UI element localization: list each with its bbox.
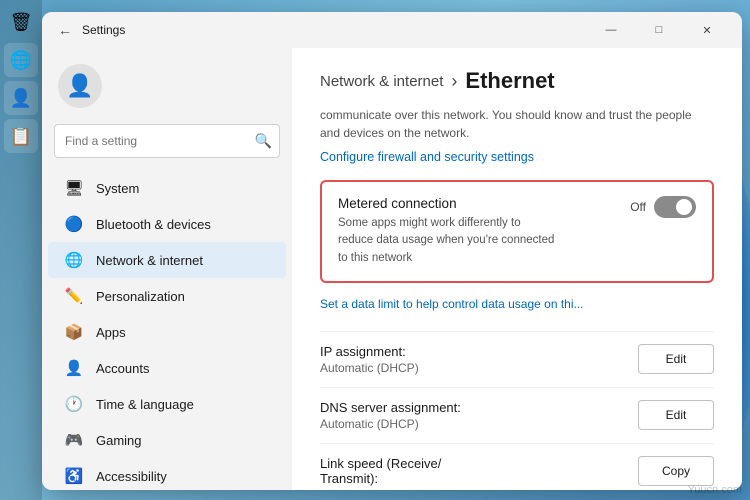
sidebar: 👤 🔍 🖥 System 🔵 Bluetooth & devices [42, 48, 292, 490]
dns-label-group: DNS server assignment: Automatic (DHCP) [320, 400, 638, 431]
taskbar: 🗑 🌐 👤 📋 [0, 0, 42, 500]
metered-title: Metered connection [338, 196, 630, 211]
taskbar-edge-icon[interactable]: 🌐 [4, 43, 38, 77]
taskbar-user-icon[interactable]: 👤 [4, 81, 38, 115]
sidebar-label-gaming: Gaming [96, 433, 142, 448]
search-icon: 🔍 [255, 133, 272, 150]
link-speed-copy-button[interactable]: Copy [638, 456, 714, 486]
watermark: Yuucn.com [688, 484, 742, 496]
breadcrumb-separator: › [451, 71, 457, 92]
dns-assignment-row: DNS server assignment: Automatic (DHCP) … [320, 387, 714, 443]
sidebar-item-bluetooth[interactable]: 🔵 Bluetooth & devices [48, 206, 286, 242]
minimize-button[interactable]: — [588, 14, 634, 46]
back-arrow-icon[interactable]: ← [58, 22, 72, 38]
settings-body: 👤 🔍 🖥 System 🔵 Bluetooth & devices [42, 48, 742, 490]
sidebar-label-time: Time & language [96, 397, 194, 412]
sidebar-item-gaming[interactable]: 🎮 Gaming [48, 422, 286, 458]
avatar[interactable]: 👤 [58, 64, 102, 108]
sidebar-label-system: System [96, 181, 139, 196]
link-speed-label-group: Link speed (Receive/Transmit): 1000/1000… [320, 456, 638, 490]
sidebar-label-accessibility: Accessibility [96, 469, 167, 484]
sidebar-item-network[interactable]: 🌐 Network & internet [48, 242, 286, 278]
breadcrumb-current: Ethernet [465, 68, 554, 94]
sidebar-label-accounts: Accounts [96, 361, 149, 376]
search-input[interactable] [54, 124, 280, 158]
maximize-button[interactable]: □ [636, 14, 682, 46]
sidebar-item-personalization[interactable]: ✏️ Personalization [48, 278, 286, 314]
taskbar-task-icon[interactable]: 📋 [4, 119, 38, 153]
metered-info: Metered connection Some apps might work … [338, 196, 630, 267]
link-speed-value: 1000/1000 (Mbps) [320, 488, 638, 490]
ip-edit-button[interactable]: Edit [638, 344, 714, 374]
metered-card: Metered connection Some apps might work … [320, 180, 714, 283]
dns-assignment-label: DNS server assignment: [320, 400, 638, 415]
breadcrumb-parent[interactable]: Network & internet [320, 73, 443, 90]
sidebar-label-personalization: Personalization [96, 289, 185, 304]
toggle-label: Off [630, 200, 646, 214]
main-content: Network & internet › Ethernet communicat… [292, 48, 742, 490]
window-title: Settings [82, 23, 125, 37]
time-icon: 🕐 [64, 394, 84, 414]
metered-description: Some apps might work differently to redu… [338, 215, 558, 267]
data-limit-link[interactable]: Set a data limit to help control data us… [320, 297, 714, 311]
toggle-area: Off [630, 196, 696, 218]
system-icon: 🖥 [64, 178, 84, 198]
network-icon: 🌐 [64, 250, 84, 270]
ip-assignment-row: IP assignment: Automatic (DHCP) Edit [320, 331, 714, 387]
gaming-icon: 🎮 [64, 430, 84, 450]
desktop: 🗑 🌐 👤 📋 ← Settings — □ ✕ [0, 0, 750, 500]
sidebar-label-network: Network & internet [96, 253, 203, 268]
search-box: 🔍 [54, 124, 280, 158]
sidebar-item-accessibility[interactable]: ♿ Accessibility [48, 458, 286, 490]
firewall-link[interactable]: Configure firewall and security settings [320, 150, 714, 164]
sidebar-label-apps: Apps [96, 325, 126, 340]
sidebar-item-system[interactable]: 🖥 System [48, 170, 286, 206]
dns-assignment-value: Automatic (DHCP) [320, 417, 638, 431]
avatar-icon: 👤 [66, 73, 93, 99]
window-controls: — □ ✕ [588, 14, 730, 46]
personalization-icon: ✏️ [64, 286, 84, 306]
bluetooth-icon: 🔵 [64, 214, 84, 234]
dns-edit-button[interactable]: Edit [638, 400, 714, 430]
sidebar-item-accounts[interactable]: 👤 Accounts [48, 350, 286, 386]
link-speed-label: Link speed (Receive/Transmit): [320, 456, 638, 486]
breadcrumb: Network & internet › Ethernet [292, 48, 742, 106]
title-bar-left: ← Settings [58, 22, 125, 38]
ip-label-group: IP assignment: Automatic (DHCP) [320, 344, 638, 375]
ip-assignment-label: IP assignment: [320, 344, 638, 359]
sidebar-item-apps[interactable]: 📦 Apps [48, 314, 286, 350]
accounts-icon: 👤 [64, 358, 84, 378]
close-button[interactable]: ✕ [684, 14, 730, 46]
avatar-section: 👤 [42, 56, 292, 124]
settings-window: ← Settings — □ ✕ 👤 [42, 12, 742, 490]
taskbar-recycle-icon: 🗑 [4, 5, 38, 39]
sidebar-label-bluetooth: Bluetooth & devices [96, 217, 211, 232]
network-description: communicate over this network. You shoul… [320, 106, 714, 142]
content-area: communicate over this network. You shoul… [292, 106, 742, 490]
accessibility-icon: ♿ [64, 466, 84, 486]
apps-icon: 📦 [64, 322, 84, 342]
title-bar: ← Settings — □ ✕ [42, 12, 742, 48]
metered-toggle[interactable] [654, 196, 696, 218]
ip-assignment-value: Automatic (DHCP) [320, 361, 638, 375]
link-speed-row: Link speed (Receive/Transmit): 1000/1000… [320, 443, 714, 490]
sidebar-item-time[interactable]: 🕐 Time & language [48, 386, 286, 422]
